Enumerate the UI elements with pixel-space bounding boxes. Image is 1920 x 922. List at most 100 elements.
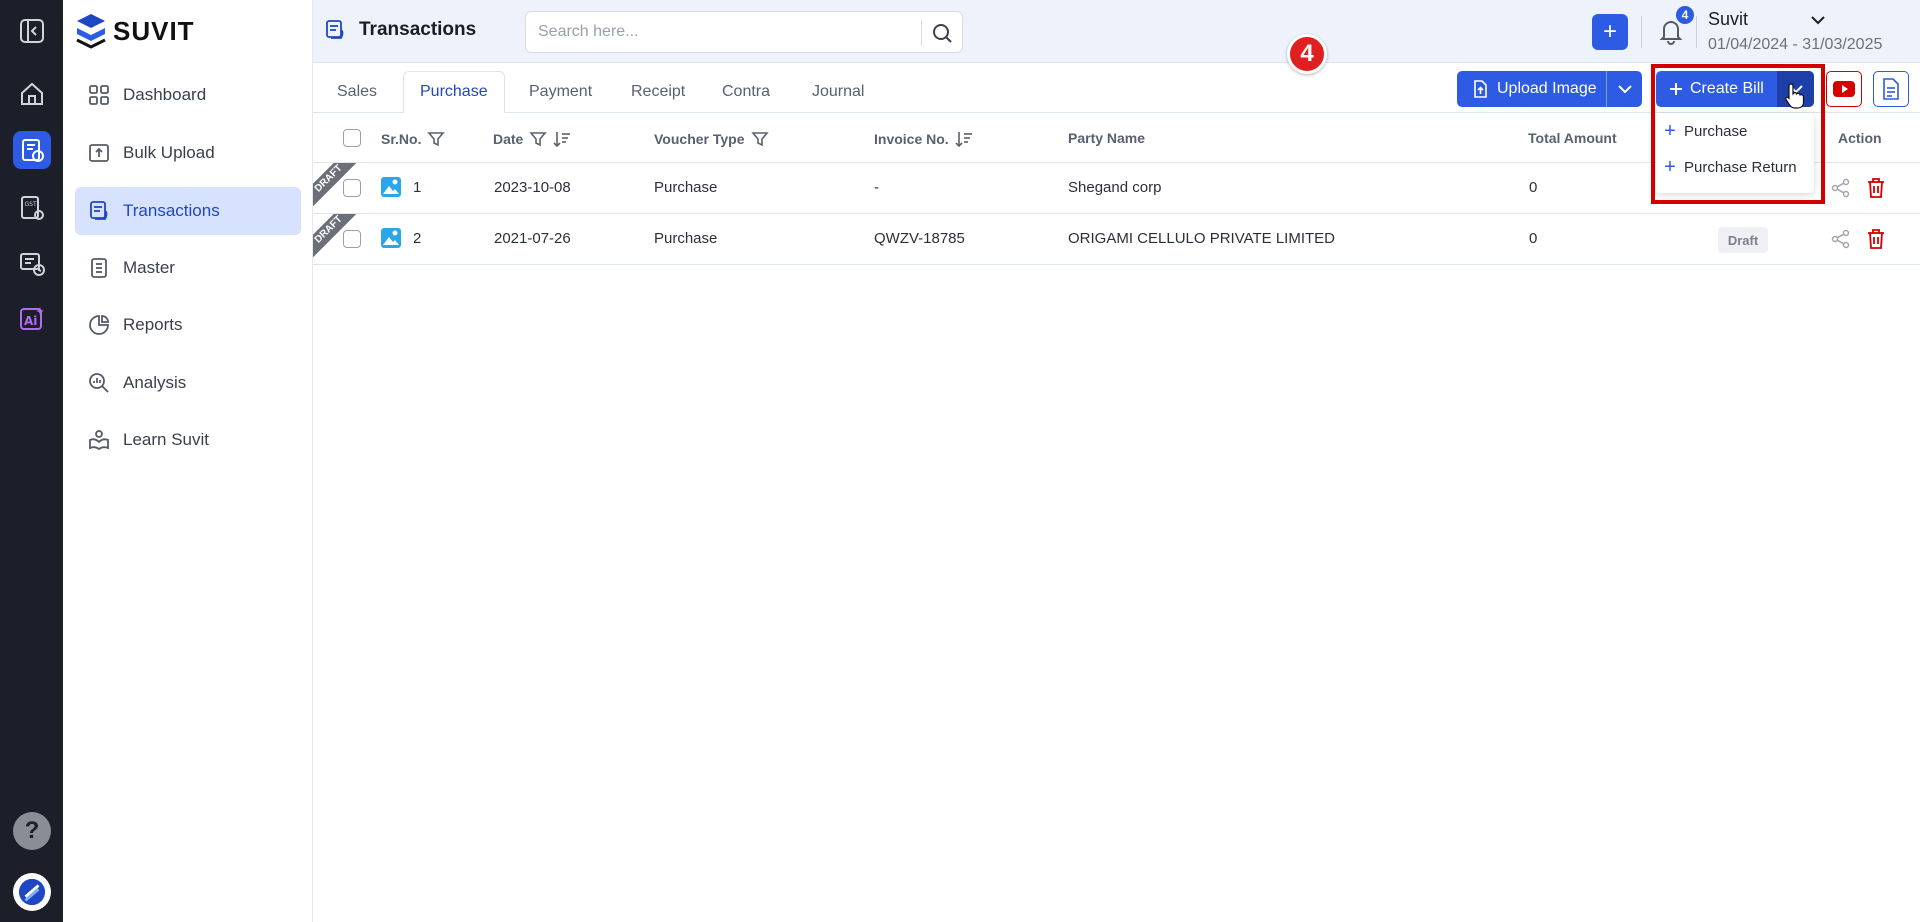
- help-icon[interactable]: ?: [13, 812, 51, 850]
- divider: [1696, 16, 1697, 48]
- master-icon: [91, 258, 107, 278]
- transactions-icon: [90, 201, 108, 220]
- search-box: [525, 11, 963, 53]
- page-title-text: Transactions: [359, 19, 477, 40]
- quick-add-button[interactable]: +: [1592, 14, 1628, 50]
- cell-invoice-no: -: [874, 179, 879, 196]
- top-bar: Transactions + 4 Suvit 01/04/2024 - 31/0…: [313, 0, 1920, 63]
- tab-receipt[interactable]: Receipt: [615, 71, 701, 113]
- sidebar-item-reports[interactable]: Reports: [75, 301, 301, 349]
- cell-invoice-no: QWZV-18785: [874, 230, 965, 247]
- tab-contra[interactable]: Contra: [706, 71, 786, 113]
- cell-voucher-type: Purchase: [654, 230, 718, 247]
- search-icon[interactable]: [931, 22, 953, 44]
- table-row[interactable]: DRAFT 2 2021-07-26 Purchase QWZV-18785 O…: [313, 214, 1920, 265]
- column-header-label: Party Name: [1068, 130, 1146, 146]
- financial-period: 01/04/2024 - 31/03/2025: [1708, 36, 1883, 53]
- cell-party-name: Shegand corp: [1068, 179, 1162, 196]
- tab-sales[interactable]: Sales: [321, 71, 393, 113]
- tab-payment[interactable]: Payment: [513, 71, 608, 113]
- pie-chart-icon: [89, 315, 109, 335]
- file-upload-icon: [1474, 80, 1487, 98]
- ai-icon[interactable]: Ai: [13, 300, 51, 338]
- sidebar-item-analysis[interactable]: Analysis: [75, 359, 301, 407]
- cell-date: 2021-07-26: [494, 230, 571, 247]
- sidebar-item-dashboard[interactable]: Dashboard: [75, 71, 301, 119]
- column-header-party-name: Party Name: [1068, 130, 1145, 146]
- hand-cursor-icon: [1785, 83, 1805, 109]
- cell-party-name: ORIGAMI CELLULO PRIVATE LIMITED: [1068, 230, 1335, 247]
- column-header-label: Date: [493, 131, 524, 147]
- tab-journal[interactable]: Journal: [796, 71, 880, 113]
- brand-logo[interactable]: SUVIT: [75, 12, 195, 50]
- share-icon[interactable]: [1831, 178, 1851, 198]
- sidebar-item-label: Reports: [123, 315, 183, 334]
- column-header-label: Action: [1838, 130, 1882, 146]
- share-icon[interactable]: [1831, 229, 1851, 249]
- image-icon[interactable]: [380, 227, 402, 249]
- column-header-srno: Sr.No.: [381, 130, 446, 148]
- youtube-tutorial-button[interactable]: [1826, 71, 1862, 107]
- cell-total-amount: 0: [1529, 179, 1538, 196]
- column-header-invoice-no: Invoice No.: [874, 130, 973, 148]
- svg-text:GST: GST: [25, 201, 37, 208]
- upload-icon: [89, 144, 109, 162]
- home-icon[interactable]: [13, 75, 51, 113]
- create-bill-label: Create Bill: [1690, 80, 1764, 97]
- sidebar-item-master[interactable]: Master: [75, 244, 301, 292]
- step-number-badge: 4: [1287, 34, 1327, 74]
- column-header-action: Action: [1838, 130, 1882, 146]
- upload-options-toggle[interactable]: [1607, 81, 1642, 97]
- column-header-date: Date: [493, 130, 571, 148]
- menu-item-purchase-return[interactable]: + Purchase Return: [1656, 149, 1814, 185]
- icon-rail: GST Ai ?: [0, 0, 63, 922]
- tab-purchase[interactable]: Purchase: [403, 71, 505, 113]
- document-button[interactable]: [1873, 71, 1909, 107]
- collapse-sidebar-icon[interactable]: [13, 12, 51, 50]
- create-bill-menu: + Purchase + Purchase Return: [1656, 113, 1814, 193]
- sidebar-item-learn-suvit[interactable]: Learn Suvit: [75, 416, 301, 464]
- status-badge: Draft: [1718, 227, 1768, 253]
- column-header-voucher-type: Voucher Type: [654, 130, 769, 148]
- sidebar: SUVIT Dashboard Bulk Upload Transactions…: [63, 0, 313, 922]
- search-input[interactable]: [538, 20, 908, 44]
- history-chat-icon[interactable]: [13, 245, 51, 283]
- company-name[interactable]: Suvit: [1708, 9, 1748, 30]
- filter-icon[interactable]: [427, 130, 446, 148]
- sidebar-item-label: Dashboard: [123, 85, 207, 104]
- create-bill-main[interactable]: Create Bill: [1656, 71, 1778, 107]
- chevron-down-icon: [1617, 85, 1632, 94]
- sort-icon[interactable]: [955, 130, 973, 148]
- image-icon[interactable]: [380, 176, 402, 198]
- delete-icon[interactable]: [1866, 177, 1886, 199]
- filter-icon[interactable]: [529, 130, 548, 148]
- column-header-label: Voucher Type: [654, 131, 745, 147]
- sidebar-item-label: Transactions: [123, 201, 220, 220]
- menu-item-purchase[interactable]: + Purchase: [1656, 113, 1814, 149]
- column-header-label: Total Amount: [1528, 130, 1617, 146]
- menu-item-label: Purchase: [1684, 122, 1748, 140]
- delete-icon[interactable]: [1866, 228, 1886, 250]
- menu-item-label: Purchase Return: [1684, 158, 1797, 176]
- cell-srno: 1: [413, 179, 422, 196]
- sort-icon[interactable]: [553, 130, 571, 148]
- row-checkbox[interactable]: [343, 179, 361, 197]
- document-icon: [1883, 78, 1899, 100]
- row-checkbox[interactable]: [343, 230, 361, 248]
- sidebar-item-bulk-upload[interactable]: Bulk Upload: [75, 129, 301, 177]
- select-all-checkbox[interactable]: [343, 129, 361, 147]
- sidebar-item-transactions[interactable]: Transactions: [75, 187, 301, 235]
- gst-settings-icon[interactable]: GST: [13, 189, 51, 227]
- brand-name: SUVIT: [113, 15, 195, 46]
- divider: [1641, 16, 1642, 48]
- filter-icon[interactable]: [750, 130, 769, 148]
- upload-image-main[interactable]: Upload Image: [1457, 71, 1607, 107]
- youtube-icon: [1833, 81, 1855, 97]
- suvit-logo-icon[interactable]: [13, 873, 51, 911]
- analysis-icon: [89, 373, 109, 393]
- chevron-down-icon[interactable]: [1810, 12, 1826, 28]
- plus-icon: [1670, 83, 1682, 95]
- sidebar-item-label: Learn Suvit: [123, 430, 209, 449]
- transactions-rail-icon[interactable]: [13, 131, 51, 169]
- plus-icon: +: [1664, 119, 1676, 142]
